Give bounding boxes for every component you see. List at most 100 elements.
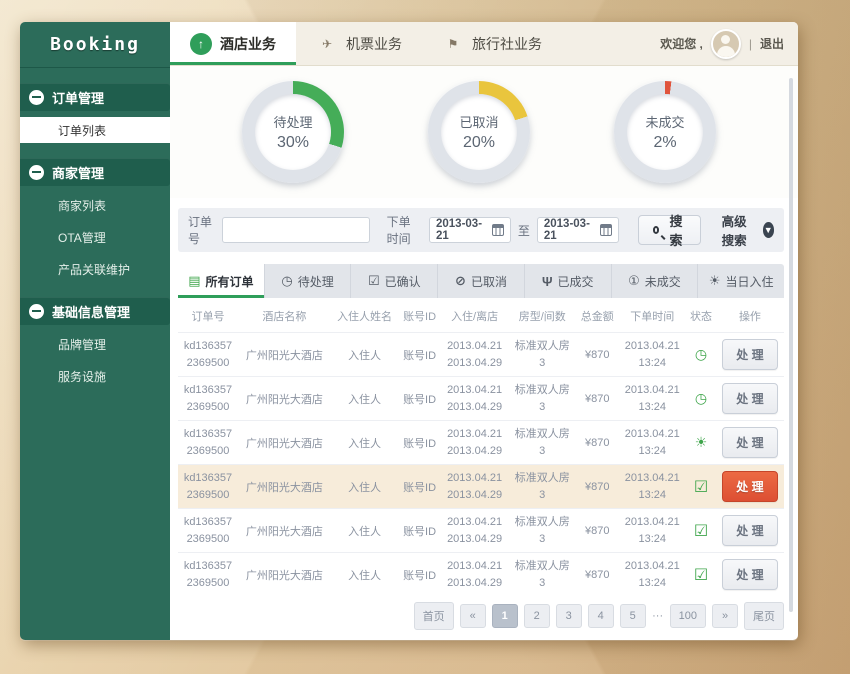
pagination-prev[interactable]: « xyxy=(460,604,486,628)
col-status: 状态 xyxy=(686,298,716,333)
top-navigation: 酒店业务 机票业务 旅行社业务 欢迎您 , | 退出 xyxy=(170,22,798,66)
handle-button[interactable]: 处 理 xyxy=(722,383,777,414)
table-row: kd1363572369500 广州阳光大酒店 入住人 账号ID 2013.04… xyxy=(178,465,784,509)
tab-not-closed[interactable]: 未成交 xyxy=(612,264,699,298)
sidebar-section-orders-header[interactable]: 订单管理 xyxy=(20,83,170,111)
tab-label: 所有订单 xyxy=(206,273,254,290)
donut-pending: 待处理 30% xyxy=(242,81,344,183)
table-row: kd1363572369500 广州阳光大酒店 入住人 账号ID 2013.04… xyxy=(178,333,784,377)
donut-percent: 20% xyxy=(463,134,495,152)
sidebar-item-merchant-list[interactable]: 商家列表 xyxy=(20,192,170,218)
col-order-number: 订单号 xyxy=(178,298,238,333)
pagination: 首页 « 1 2 3 4 5 ··· 100 » 尾页 xyxy=(178,602,784,630)
sidebar-item-label: 订单列表 xyxy=(58,122,106,139)
pagination-page-100[interactable]: 100 xyxy=(670,604,706,628)
handle-button[interactable]: 处 理 xyxy=(722,471,777,502)
tab-pending[interactable]: 待处理 xyxy=(265,264,352,298)
order-time: 2013.04.21 xyxy=(620,470,684,487)
room-type: 标准双人房 xyxy=(510,470,574,487)
stay-dates: 2013.04.21 xyxy=(443,426,507,443)
tab-label: 酒店业务 xyxy=(220,34,276,54)
handle-button[interactable]: 处 理 xyxy=(722,427,777,458)
hotel-name: 广州阳光大酒店 xyxy=(238,553,331,597)
date-from-picker[interactable]: 2013-03-21 xyxy=(429,217,511,243)
sun-icon xyxy=(709,273,721,289)
tab-all-orders[interactable]: 所有订单 xyxy=(178,264,265,298)
advanced-search-link[interactable]: 高级搜索 xyxy=(722,211,774,249)
account-id: 账号ID xyxy=(398,465,440,509)
col-action: 操作 xyxy=(716,298,784,333)
tab-confirmed[interactable]: 已确认 xyxy=(351,264,438,298)
scrollbar[interactable] xyxy=(789,78,793,612)
total-amount: ¥870 xyxy=(576,553,618,597)
tab-cancelled[interactable]: 已取消 xyxy=(438,264,525,298)
tab-label: 已确认 xyxy=(385,273,421,290)
sidebar-item-order-list[interactable]: 订单列表 xyxy=(20,117,170,143)
total-amount: ¥870 xyxy=(576,421,618,465)
guest-name: 入住人 xyxy=(331,421,399,465)
donut-percent: 2% xyxy=(653,134,676,152)
room-type: 标准双人房 xyxy=(510,426,574,443)
sidebar-item-ota-management[interactable]: OTA管理 xyxy=(20,224,170,250)
order-number: kd136357 xyxy=(180,338,236,355)
status-clock-icon xyxy=(695,394,707,406)
table-header-row: 订单号 酒店名称 入住人姓名 账号ID 入住/离店 房型/间数 总金额 下单时间… xyxy=(178,298,784,333)
warn-circle-icon xyxy=(628,273,640,289)
sidebar-item-brand-management[interactable]: 品牌管理 xyxy=(20,331,170,357)
order-number-input[interactable] xyxy=(222,217,370,243)
pagination-page-5[interactable]: 5 xyxy=(620,604,646,628)
pagination-ellipsis: ··· xyxy=(652,605,664,627)
tab-label: 已成交 xyxy=(557,273,593,290)
stay-dates: 2013.04.21 xyxy=(443,514,507,531)
search-button[interactable]: 搜 索 xyxy=(638,215,701,245)
order-filter-tabs: 所有订单 待处理 已确认 已取消 已成交 未成交 xyxy=(178,264,784,298)
handle-button[interactable]: 处 理 xyxy=(722,339,777,370)
tab-label: 旅行社业务 xyxy=(472,34,542,54)
plane-icon xyxy=(316,33,338,55)
tab-travel-agency-business[interactable]: 旅行社业务 xyxy=(422,22,562,65)
sidebar-item-service-facilities[interactable]: 服务设施 xyxy=(20,363,170,389)
clock-icon xyxy=(281,273,292,289)
pagination-first[interactable]: 首页 xyxy=(414,602,454,630)
main-area: 酒店业务 机票业务 旅行社业务 欢迎您 , | 退出 待处理 3 xyxy=(170,22,798,640)
app-logo: Booking xyxy=(20,22,170,68)
sidebar: Booking 订单管理 订单列表 商家管理 商家列表 OTA管理 产品关联维护 xyxy=(20,22,170,640)
col-guest-name: 入住人姓名 xyxy=(331,298,399,333)
guest-name: 入住人 xyxy=(331,465,399,509)
flag-icon xyxy=(442,33,464,55)
logout-link[interactable]: 退出 xyxy=(760,35,784,52)
sidebar-item-label: 产品关联维护 xyxy=(58,261,130,278)
prohibit-icon xyxy=(455,273,466,289)
status-check-icon xyxy=(694,483,708,495)
hotel-name: 广州阳光大酒店 xyxy=(238,509,331,553)
sidebar-section-label: 基础信息管理 xyxy=(52,302,130,321)
chevron-down-circle-icon xyxy=(763,222,774,238)
order-number: kd136357 xyxy=(180,558,236,575)
pagination-next[interactable]: » xyxy=(712,604,738,628)
stay-dates: 2013.04.21 xyxy=(443,338,507,355)
date-to-picker[interactable]: 2013-03-21 xyxy=(537,217,619,243)
handle-button[interactable]: 处 理 xyxy=(722,515,777,546)
order-time: 2013.04.21 xyxy=(620,514,684,531)
room-type: 标准双人房 xyxy=(510,558,574,575)
tab-closed-deals[interactable]: 已成交 xyxy=(525,264,612,298)
pagination-page-4[interactable]: 4 xyxy=(588,604,614,628)
pagination-last[interactable]: 尾页 xyxy=(744,602,784,630)
advanced-search-label: 高级搜索 xyxy=(722,211,758,249)
sidebar-section-merchants-header[interactable]: 商家管理 xyxy=(20,158,170,186)
tab-hotel-business[interactable]: 酒店业务 xyxy=(170,22,296,65)
tab-label: 当日入住 xyxy=(725,273,773,290)
pagination-page-1[interactable]: 1 xyxy=(492,604,518,628)
trophy-icon xyxy=(542,274,553,289)
minus-circle-icon xyxy=(29,90,44,105)
pagination-page-2[interactable]: 2 xyxy=(524,604,550,628)
tab-flight-business[interactable]: 机票业务 xyxy=(296,22,422,65)
tab-same-day-checkin[interactable]: 当日入住 xyxy=(698,264,784,298)
calendar-icon xyxy=(600,224,612,236)
avatar xyxy=(711,29,741,59)
status-clock-icon xyxy=(695,350,707,362)
pagination-page-3[interactable]: 3 xyxy=(556,604,582,628)
sidebar-item-product-association[interactable]: 产品关联维护 xyxy=(20,256,170,282)
handle-button[interactable]: 处 理 xyxy=(722,559,777,590)
sidebar-section-basic-info-header[interactable]: 基础信息管理 xyxy=(20,297,170,325)
